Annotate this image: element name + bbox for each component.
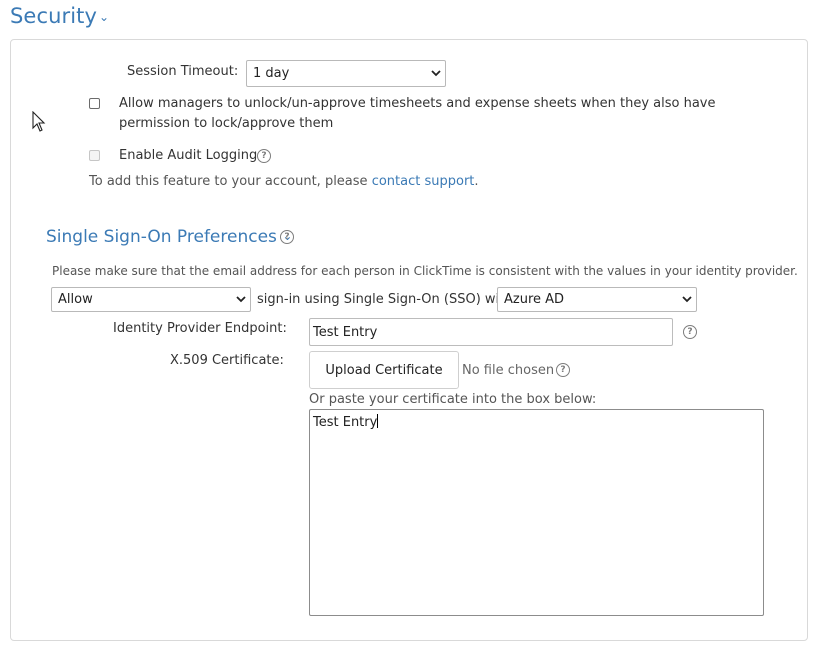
session-timeout-select[interactable]: 1 day: [246, 60, 446, 87]
sso-title-text: Single Sign-On Preferences: [46, 227, 277, 247]
allow-managers-label-line1: Allow managers to unlock/un-approve time…: [119, 96, 716, 111]
chevron-down-icon: ⌄: [99, 10, 110, 24]
allow-managers-checkbox[interactable]: [89, 98, 100, 109]
mouse-pointer-icon: [32, 110, 46, 137]
sso-provider-select[interactable]: Azure AD: [497, 287, 697, 312]
endpoint-input[interactable]: Test Entry: [309, 318, 673, 346]
upload-certificate-button[interactable]: Upload Certificate: [309, 351, 459, 389]
contact-support-link[interactable]: contact support: [372, 174, 475, 189]
question-circle-icon[interactable]: ?: [280, 230, 294, 244]
certificate-label: X.509 Certificate:: [170, 353, 284, 368]
audit-logging-checkbox[interactable]: [89, 150, 100, 161]
session-timeout-label: Session Timeout:: [127, 64, 239, 79]
page-title-text: Security: [10, 4, 98, 28]
audit-logging-label: Enable Audit Logging: [119, 148, 258, 163]
sso-section-title[interactable]: Single Sign-On Preferences ⌄: [46, 227, 292, 247]
session-timeout-value: 1 day: [253, 66, 290, 81]
chevron-down-icon: [232, 288, 250, 311]
sso-description: Please make sure that the email address …: [52, 264, 798, 278]
audit-note-prefix: To add this feature to your account, ple…: [89, 174, 372, 189]
audit-note-suffix: .: [474, 174, 479, 189]
sso-allow-select[interactable]: Allow: [51, 287, 251, 312]
chevron-down-icon: [427, 61, 445, 86]
sso-provider-value: Azure AD: [504, 292, 565, 307]
endpoint-value: Test Entry: [313, 324, 378, 340]
sso-middle-text: sign-in using Single Sign-On (SSO) with: [257, 292, 513, 307]
chevron-down-icon: [678, 288, 696, 311]
certificate-text: Test Entry: [313, 415, 378, 430]
question-circle-icon[interactable]: ?: [556, 363, 570, 377]
endpoint-label: Identity Provider Endpoint:: [113, 321, 287, 336]
sso-allow-value: Allow: [58, 292, 93, 307]
question-circle-icon[interactable]: ?: [683, 325, 697, 339]
paste-hint: Or paste your certificate into the box b…: [309, 392, 597, 407]
page-title[interactable]: Security ⌄: [10, 4, 109, 28]
certificate-textarea[interactable]: Test Entry: [309, 409, 764, 616]
text-cursor: [377, 414, 379, 428]
allow-managers-label-line2: permission to lock/approve them: [119, 116, 334, 131]
file-status: No file chosen: [462, 363, 555, 378]
audit-logging-note: To add this feature to your account, ple…: [89, 174, 479, 189]
question-circle-icon[interactable]: ?: [257, 149, 271, 163]
